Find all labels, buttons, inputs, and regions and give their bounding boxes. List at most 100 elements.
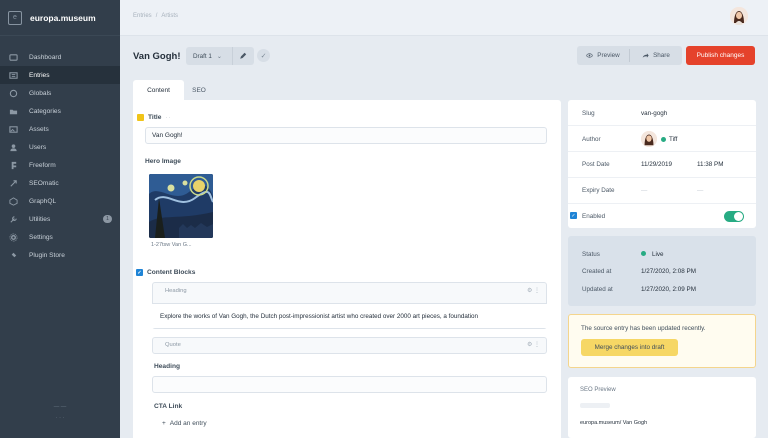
nav-item-label: SEOmatic xyxy=(29,179,59,187)
tab-seo[interactable]: SEO xyxy=(186,80,212,100)
nav-item-label: Utilities xyxy=(29,215,51,223)
site-name: europa.museum xyxy=(30,12,96,23)
edit-draft-button[interactable] xyxy=(236,49,250,63)
assets-icon xyxy=(9,125,18,133)
nav-item-graphql[interactable]: GraphQL xyxy=(0,192,120,210)
preview-button[interactable]: Preview xyxy=(577,46,629,65)
preview-label: Preview xyxy=(597,52,620,59)
nav-item-utilities[interactable]: Utilities 1 xyxy=(0,210,120,228)
field-hint: · · xyxy=(165,114,171,121)
post-time-value[interactable]: 11:38 PM xyxy=(697,161,724,168)
translatable-icon xyxy=(137,114,144,121)
freeform-icon xyxy=(9,161,18,169)
site-logo-icon: e xyxy=(8,10,22,25)
meta-divider xyxy=(568,177,756,178)
pencil-icon xyxy=(240,52,247,59)
share-icon xyxy=(642,53,649,58)
user-avatar[interactable] xyxy=(730,7,748,25)
seo-preview-url: europa.museum/ Van Gogh xyxy=(580,420,648,426)
check-icon: ✓ xyxy=(260,52,267,60)
utilities-badge: 1 xyxy=(103,215,112,223)
nav-item-freeform[interactable]: Freeform xyxy=(0,156,120,174)
nav-item-label: Categories xyxy=(29,107,61,115)
dashboard-icon xyxy=(9,53,18,61)
meta-divider xyxy=(568,125,756,126)
nav-item-label: GraphQL xyxy=(29,197,57,205)
block-actions-icon[interactable]: ⚙ ⋮ xyxy=(527,341,540,348)
checkbox-icon: ✓ xyxy=(136,269,143,276)
status-value-text: Live xyxy=(652,251,664,258)
avatar-image xyxy=(730,7,748,25)
nav-item-label: Entries xyxy=(29,71,50,79)
publish-changes-button[interactable]: Publish changes xyxy=(686,46,755,65)
nav-item-label: Dashboard xyxy=(29,53,62,61)
footer-line: — — xyxy=(53,404,67,410)
gear-icon xyxy=(9,233,18,241)
save-draft-button[interactable]: ✓ xyxy=(257,49,270,62)
nav-item-label: Plugin Store xyxy=(29,251,65,259)
title-field-label: Title · · xyxy=(137,114,171,121)
author-avatar-image xyxy=(641,131,657,147)
nav-item-settings[interactable]: Settings xyxy=(0,228,120,246)
plugin-store-icon xyxy=(9,251,18,259)
meta-divider xyxy=(568,203,756,204)
author-chip[interactable]: Tiff xyxy=(661,136,677,143)
nav-item-entries[interactable]: Entries xyxy=(0,66,120,84)
nav-item-label: Globals xyxy=(29,89,52,97)
block-text-input[interactable]: Explore the works of Van Gogh, the Dutch… xyxy=(152,303,547,328)
expiry-date-label: Expiry Date xyxy=(582,187,615,194)
preview-share-group: Preview Share xyxy=(577,46,682,65)
live-status-dot xyxy=(641,251,646,256)
title-input[interactable]: Van Gogh! xyxy=(145,127,547,144)
starry-night-image xyxy=(149,174,213,238)
post-date-value[interactable]: 11/29/2019 xyxy=(641,161,672,168)
merge-changes-button[interactable]: Merge changes into draft xyxy=(581,339,678,356)
nav-item-dashboard[interactable]: Dashboard xyxy=(0,48,120,66)
graphql-icon xyxy=(9,196,18,206)
categories-icon xyxy=(9,107,18,115)
nav-item-seomatic[interactable]: SEOmatic xyxy=(0,174,120,192)
nav-item-label: Settings xyxy=(29,233,53,241)
nav-item-label: Freeform xyxy=(29,161,56,169)
seo-preview-title: SEO Preview xyxy=(580,387,616,393)
nav-item-label: Assets xyxy=(29,125,49,133)
hero-image-caption: 1-27tsw Van G... xyxy=(151,242,192,248)
globals-icon xyxy=(9,89,18,97)
content-blocks-label: ✓ Content Blocks xyxy=(136,269,195,276)
main-nav: Dashboard Entries Globals Categories Ass… xyxy=(0,48,120,264)
nav-item-globals[interactable]: Globals xyxy=(0,84,120,102)
nav-item-users[interactable]: Users xyxy=(0,138,120,156)
updated-at-label: Updated at xyxy=(582,286,613,293)
breadcrumb-item[interactable]: Artists xyxy=(161,13,178,19)
nav-item-assets[interactable]: Assets xyxy=(0,120,120,138)
slug-value[interactable]: van-gogh xyxy=(641,110,667,117)
enabled-label: Enabled xyxy=(582,213,606,220)
author-label: Author xyxy=(582,136,601,143)
seo-favicon-placeholder xyxy=(580,403,610,408)
enabled-toggle[interactable] xyxy=(724,211,744,222)
nav-item-plugin-store[interactable]: Plugin Store xyxy=(0,246,120,264)
add-entry-button[interactable]: + Add an entry xyxy=(162,420,207,427)
plus-icon: + xyxy=(162,420,166,427)
page-title: Van Gogh! xyxy=(133,51,181,62)
hero-image-label: Hero Image xyxy=(145,158,181,165)
block-actions-icon[interactable]: ⚙ ⋮ xyxy=(527,287,540,294)
nav-item-categories[interactable]: Categories xyxy=(0,102,120,120)
draft-divider xyxy=(232,47,233,65)
tab-content[interactable]: Content xyxy=(133,80,184,100)
breadcrumb-item[interactable]: Entries xyxy=(133,13,152,19)
expiry-time-input[interactable]: — xyxy=(697,187,703,194)
content-block-quote: Quote ⚙ ⋮ xyxy=(152,337,547,354)
created-at-value: 1/27/2020, 2:08 PM xyxy=(641,268,696,275)
add-entry-label: Add an entry xyxy=(169,420,207,427)
meta-divider xyxy=(568,151,756,152)
footer-line: · · · xyxy=(55,415,65,421)
share-button[interactable]: Share xyxy=(630,46,682,65)
heading-input[interactable] xyxy=(152,376,547,393)
site-header[interactable]: e europa.museum xyxy=(0,0,120,36)
expiry-date-input[interactable]: — xyxy=(641,187,647,194)
content-blocks-label-text: Content Blocks xyxy=(147,269,196,276)
entries-icon xyxy=(9,71,18,79)
hero-image-thumbnail[interactable] xyxy=(149,174,213,238)
top-bar: Entries / Artists xyxy=(120,0,768,36)
